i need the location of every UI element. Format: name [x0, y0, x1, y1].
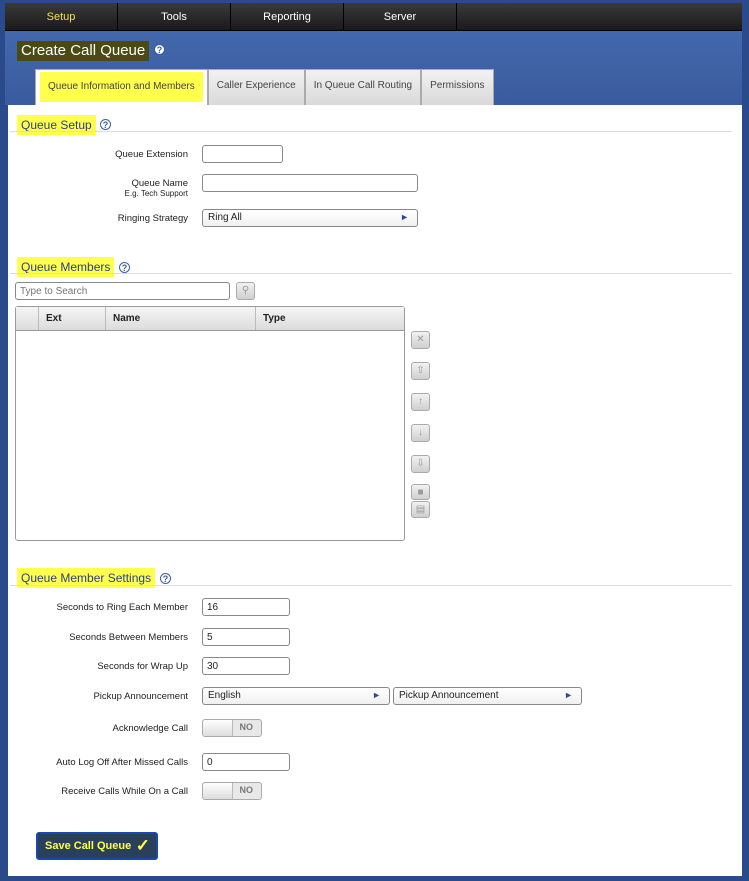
queue-extension-input[interactable] — [202, 145, 283, 163]
acknowledge-call-toggle[interactable]: NO — [202, 719, 262, 737]
column-header-type[interactable]: Type — [256, 307, 404, 330]
queue-name-input[interactable] — [202, 174, 418, 192]
between-seconds-label: Seconds Between Members — [69, 632, 188, 643]
help-icon[interactable]: ? — [154, 44, 165, 55]
queue-setup-title: Queue Setup — [17, 115, 96, 135]
save-button-label: Save Call Queue — [45, 840, 132, 852]
nav-server[interactable]: Server — [344, 3, 457, 31]
ring-seconds-input[interactable] — [202, 598, 290, 616]
toggle-state: NO — [239, 722, 254, 732]
move-up-icon[interactable]: ↑ — [411, 393, 430, 411]
ringing-strategy-label: Ringing Strategy — [117, 213, 188, 224]
lock-icon[interactable]: ■ — [411, 484, 430, 500]
wrap-up-input[interactable] — [202, 657, 290, 675]
nav-tools[interactable]: Tools — [118, 3, 231, 31]
select-column-header[interactable] — [16, 307, 39, 330]
column-header-name[interactable]: Name — [106, 307, 256, 330]
column-header-ext[interactable]: Ext — [39, 307, 106, 330]
pickup-language-value: English — [208, 690, 241, 701]
nav-setup[interactable]: Setup — [5, 3, 118, 31]
checkmark-icon: ✓ — [135, 836, 150, 855]
move-bottom-icon[interactable]: ⇩ — [411, 455, 430, 473]
move-down-icon[interactable]: ↓ — [411, 424, 430, 442]
queue-name-label: Queue Name E.g. Tech Support — [60, 178, 188, 198]
divider — [10, 131, 732, 132]
toggle-knob — [203, 783, 233, 799]
queue-members-title: Queue Members — [17, 257, 115, 277]
members-table-header: Ext Name Type — [16, 307, 404, 331]
tab-permissions[interactable]: Permissions — [421, 69, 494, 105]
play-arrow-icon: ► — [564, 690, 573, 700]
play-arrow-icon: ► — [400, 212, 409, 222]
auto-logoff-label: Auto Log Off After Missed Calls — [56, 757, 188, 768]
nav-reporting[interactable]: Reporting — [231, 3, 344, 31]
pickup-announcement-value: Pickup Announcement — [399, 690, 499, 701]
help-icon[interactable]: ? — [119, 262, 130, 273]
toggle-knob — [203, 720, 233, 736]
top-nav: Setup Tools Reporting Server — [5, 3, 742, 31]
save-call-queue-button[interactable]: Save Call Queue ✓ — [36, 832, 158, 860]
toggle-state: NO — [239, 785, 254, 795]
tab-in-queue-call-routing[interactable]: In Queue Call Routing — [304, 69, 422, 105]
receive-calls-toggle[interactable]: NO — [202, 782, 262, 800]
pickup-language-select[interactable]: English ► — [202, 687, 390, 705]
export-icon[interactable]: ▤ — [411, 501, 430, 518]
ringing-strategy-select[interactable]: Ring All ► — [202, 209, 418, 227]
wrap-up-label: Seconds for Wrap Up — [97, 661, 188, 672]
tab-bar: Queue Information and Members Caller Exp… — [35, 69, 494, 106]
auto-logoff-input[interactable] — [202, 753, 290, 771]
ring-seconds-label: Seconds to Ring Each Member — [56, 602, 188, 613]
members-table: Ext Name Type — [15, 306, 405, 541]
queue-name-label-text: Queue Name — [131, 178, 188, 189]
queue-extension-label: Queue Extension — [115, 149, 188, 160]
play-arrow-icon: ► — [372, 690, 381, 700]
tab-queue-information[interactable]: Queue Information and Members — [35, 69, 208, 106]
help-icon[interactable]: ? — [160, 573, 171, 584]
ringing-strategy-value: Ring All — [208, 212, 242, 223]
divider — [10, 585, 732, 586]
between-seconds-input[interactable] — [202, 628, 290, 646]
member-search-input[interactable] — [15, 282, 230, 300]
move-top-icon[interactable]: ⇧ — [411, 362, 430, 380]
help-icon[interactable]: ? — [100, 119, 111, 130]
remove-icon[interactable]: ✕ — [411, 331, 430, 349]
divider — [10, 273, 732, 274]
pickup-announcement-label: Pickup Announcement — [93, 691, 188, 702]
queue-name-hint: E.g. Tech Support — [124, 189, 188, 198]
page-title: Create Call Queue — [17, 41, 150, 61]
tab-caller-experience[interactable]: Caller Experience — [207, 69, 305, 105]
tab-label: Queue Information and Members — [40, 72, 203, 102]
pickup-announcement-select[interactable]: Pickup Announcement ► — [393, 687, 582, 705]
acknowledge-call-label: Acknowledge Call — [112, 723, 188, 734]
receive-calls-label: Receive Calls While On a Call — [61, 786, 188, 797]
search-icon[interactable]: ⚲ — [236, 282, 255, 300]
